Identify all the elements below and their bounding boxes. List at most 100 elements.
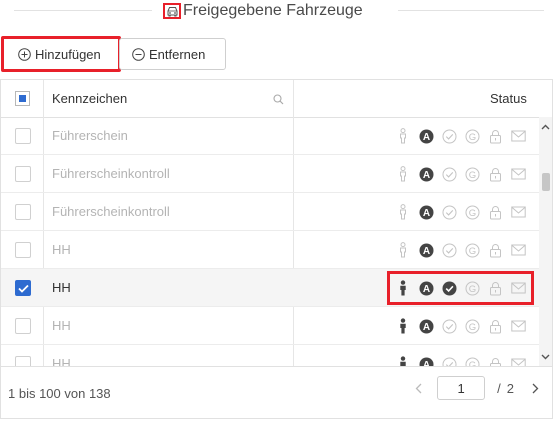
person-icon: [394, 279, 412, 297]
vehicle-plate: Führerscheinkontroll: [52, 166, 170, 181]
svg-text:A: A: [422, 246, 429, 257]
a-badge-icon: A: [417, 317, 435, 335]
add-button-label: Hinzufügen: [35, 46, 101, 62]
page-total: 2: [506, 380, 514, 396]
row-checkbox[interactable]: [15, 280, 31, 296]
lock-icon: [486, 203, 504, 221]
title-divider-right: [398, 10, 544, 11]
person-icon: [394, 203, 412, 221]
section-title: Freigegebene Fahrzeuge: [163, 0, 363, 22]
table-row[interactable]: HH A G: [1, 345, 539, 366]
status-icons: AG: [387, 271, 534, 305]
vehicle-plate: HH: [52, 280, 71, 295]
check-circle-icon: [440, 279, 458, 297]
row-checkbox[interactable]: [15, 204, 31, 220]
g-badge-icon: G: [463, 279, 481, 297]
vehicle-plate: HH: [52, 242, 71, 257]
g-badge-icon: G: [463, 127, 481, 145]
toolbar: Hinzufügen Entfernen: [1, 36, 226, 72]
table-row[interactable]: HH A G: [1, 231, 539, 269]
row-checkbox[interactable]: [15, 242, 31, 258]
mail-icon: [509, 127, 527, 145]
lock-icon: [486, 317, 504, 335]
table-row[interactable]: Führerscheinkontroll A G: [1, 155, 539, 193]
vehicle-plate: Führerschein: [52, 128, 128, 143]
grid-footer: 1 bis 100 von 138 / 2: [1, 366, 552, 419]
search-icon[interactable]: [273, 92, 284, 110]
g-badge-icon: G: [463, 317, 481, 335]
vehicle-plate: HH: [52, 356, 71, 366]
table-row[interactable]: Führerscheinkontroll A G: [1, 193, 539, 231]
svg-text:A: A: [422, 208, 429, 219]
page-title: Freigegebene Fahrzeuge: [183, 2, 363, 19]
row-checkbox[interactable]: [15, 128, 31, 144]
page-separator: /: [497, 380, 501, 396]
scrollbar-thumb[interactable]: [542, 173, 550, 191]
svg-text:G: G: [468, 132, 475, 143]
page-number-input[interactable]: [437, 376, 486, 400]
svg-text:A: A: [422, 170, 429, 181]
scroll-down-arrow-icon[interactable]: [539, 350, 552, 363]
add-button[interactable]: Hinzufügen: [1, 36, 121, 72]
check-circle-icon: [440, 165, 458, 183]
vehicle-plate: HH: [52, 318, 71, 333]
a-badge-icon: A: [417, 355, 435, 366]
vertical-scrollbar[interactable]: [539, 117, 552, 366]
row-checkbox[interactable]: [15, 318, 31, 334]
check-circle-icon: [440, 355, 458, 366]
status-icons: AG: [394, 164, 527, 184]
grid-header: Kennzeichen Status: [1, 80, 552, 118]
mail-icon: [509, 355, 527, 366]
minus-circle-icon: [132, 47, 145, 61]
mail-icon: [509, 241, 527, 259]
check-circle-icon: [440, 241, 458, 259]
vehicle-grid: Kennzeichen Status Führerschein A G Führers…: [0, 79, 553, 419]
check-circle-icon: [440, 317, 458, 335]
column-divider: [293, 80, 294, 117]
previous-page-icon[interactable]: [409, 376, 427, 400]
remove-button-label: Entfernen: [149, 46, 206, 62]
lock-icon: [486, 355, 504, 366]
car-icon: [163, 3, 181, 19]
person-icon: [394, 127, 412, 145]
table-row[interactable]: HH A G: [1, 307, 539, 345]
a-badge-icon: A: [417, 203, 435, 221]
lock-icon: [486, 241, 504, 259]
next-page-icon[interactable]: [526, 376, 544, 400]
column-divider: [43, 80, 44, 117]
svg-text:A: A: [422, 322, 429, 333]
person-icon: [394, 355, 412, 366]
svg-text:G: G: [468, 170, 475, 181]
row-checkbox[interactable]: [15, 356, 31, 366]
status-icons: AG: [394, 126, 527, 146]
check-circle-icon: [440, 203, 458, 221]
column-header-status[interactable]: Status: [490, 91, 527, 106]
lock-icon: [486, 279, 504, 297]
pagination: / 2: [409, 376, 544, 400]
check-circle-icon: [440, 127, 458, 145]
svg-text:A: A: [422, 132, 429, 143]
lock-icon: [486, 165, 504, 183]
row-checkbox[interactable]: [15, 166, 31, 182]
svg-text:G: G: [468, 284, 475, 295]
g-badge-icon: G: [463, 203, 481, 221]
table-row[interactable]: HH A G: [1, 269, 539, 307]
person-icon: [394, 317, 412, 335]
vehicle-plate: Führerscheinkontroll: [52, 204, 170, 219]
pagination-range: 1 bis 100 von 138: [8, 386, 111, 401]
person-icon: [394, 241, 412, 259]
table-row[interactable]: Führerschein A G: [1, 117, 539, 155]
a-badge-icon: A: [417, 279, 435, 297]
scroll-up-arrow-icon[interactable]: [539, 120, 552, 133]
a-badge-icon: A: [417, 165, 435, 183]
svg-text:G: G: [468, 208, 475, 219]
mail-icon: [509, 203, 527, 221]
plus-circle-icon: [18, 47, 31, 61]
g-badge-icon: G: [463, 355, 481, 366]
a-badge-icon: A: [417, 241, 435, 259]
select-all-checkbox[interactable]: [15, 91, 30, 106]
person-icon: [394, 165, 412, 183]
status-icons: AG: [394, 316, 527, 336]
column-header-plate[interactable]: Kennzeichen: [52, 91, 127, 106]
remove-button[interactable]: Entfernen: [119, 38, 226, 70]
